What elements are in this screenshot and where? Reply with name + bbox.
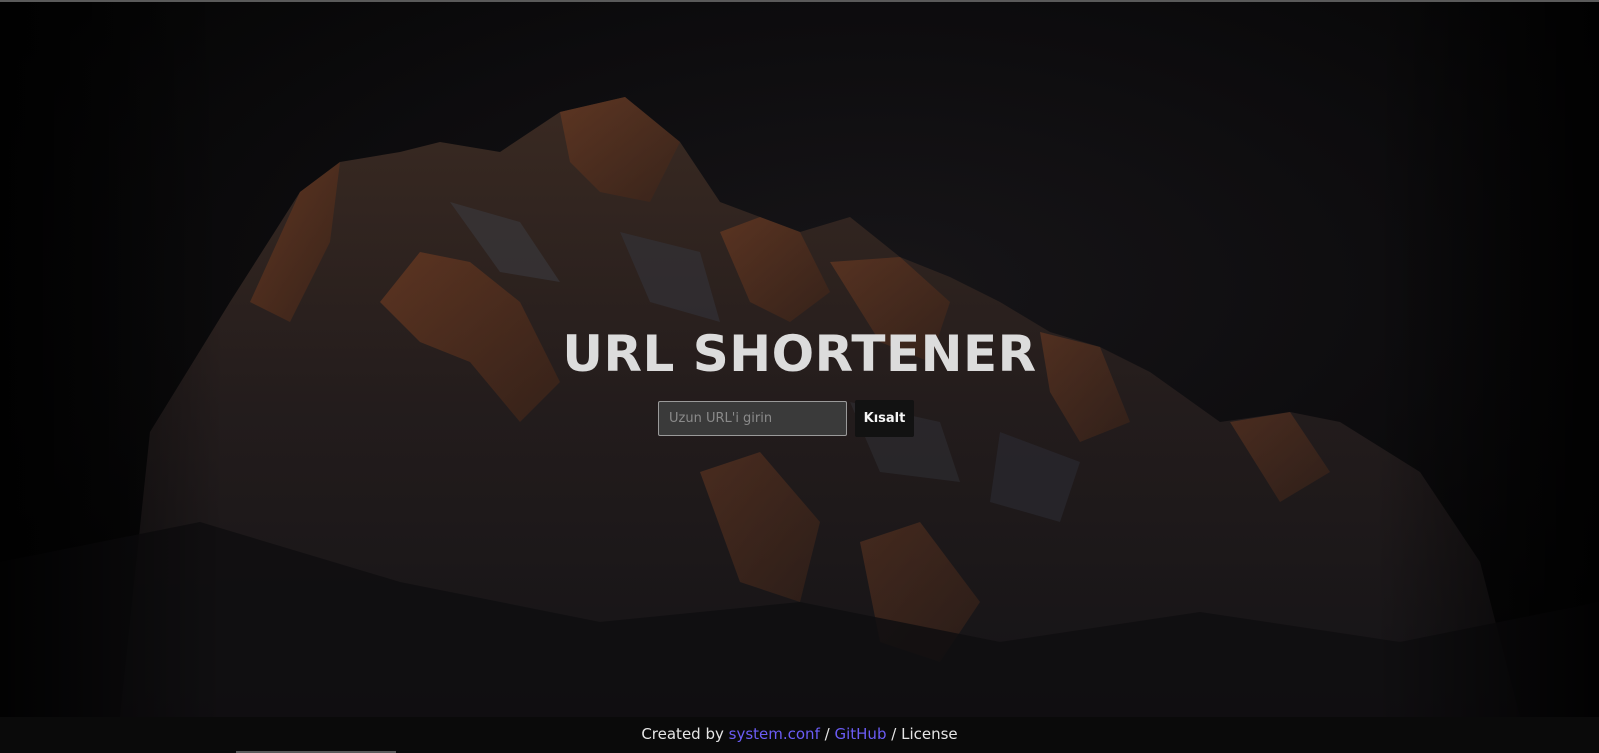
license-text: License [901,725,958,743]
footer-created-by: Created by [641,725,724,743]
footer: Created by system.conf / GitHub / Licens… [0,717,1599,753]
shorten-button[interactable]: Kısalt [855,400,914,437]
long-url-input[interactable] [658,401,847,436]
footer-separator: / [824,725,830,743]
shorten-form: Kısalt [658,400,914,437]
page-title: URL SHORTENER [562,325,1037,383]
author-link[interactable]: system.conf [729,725,820,743]
hero-background: URL SHORTENER Kısalt [0,2,1599,717]
footer-separator: / [891,725,897,743]
github-link[interactable]: GitHub [834,725,886,743]
